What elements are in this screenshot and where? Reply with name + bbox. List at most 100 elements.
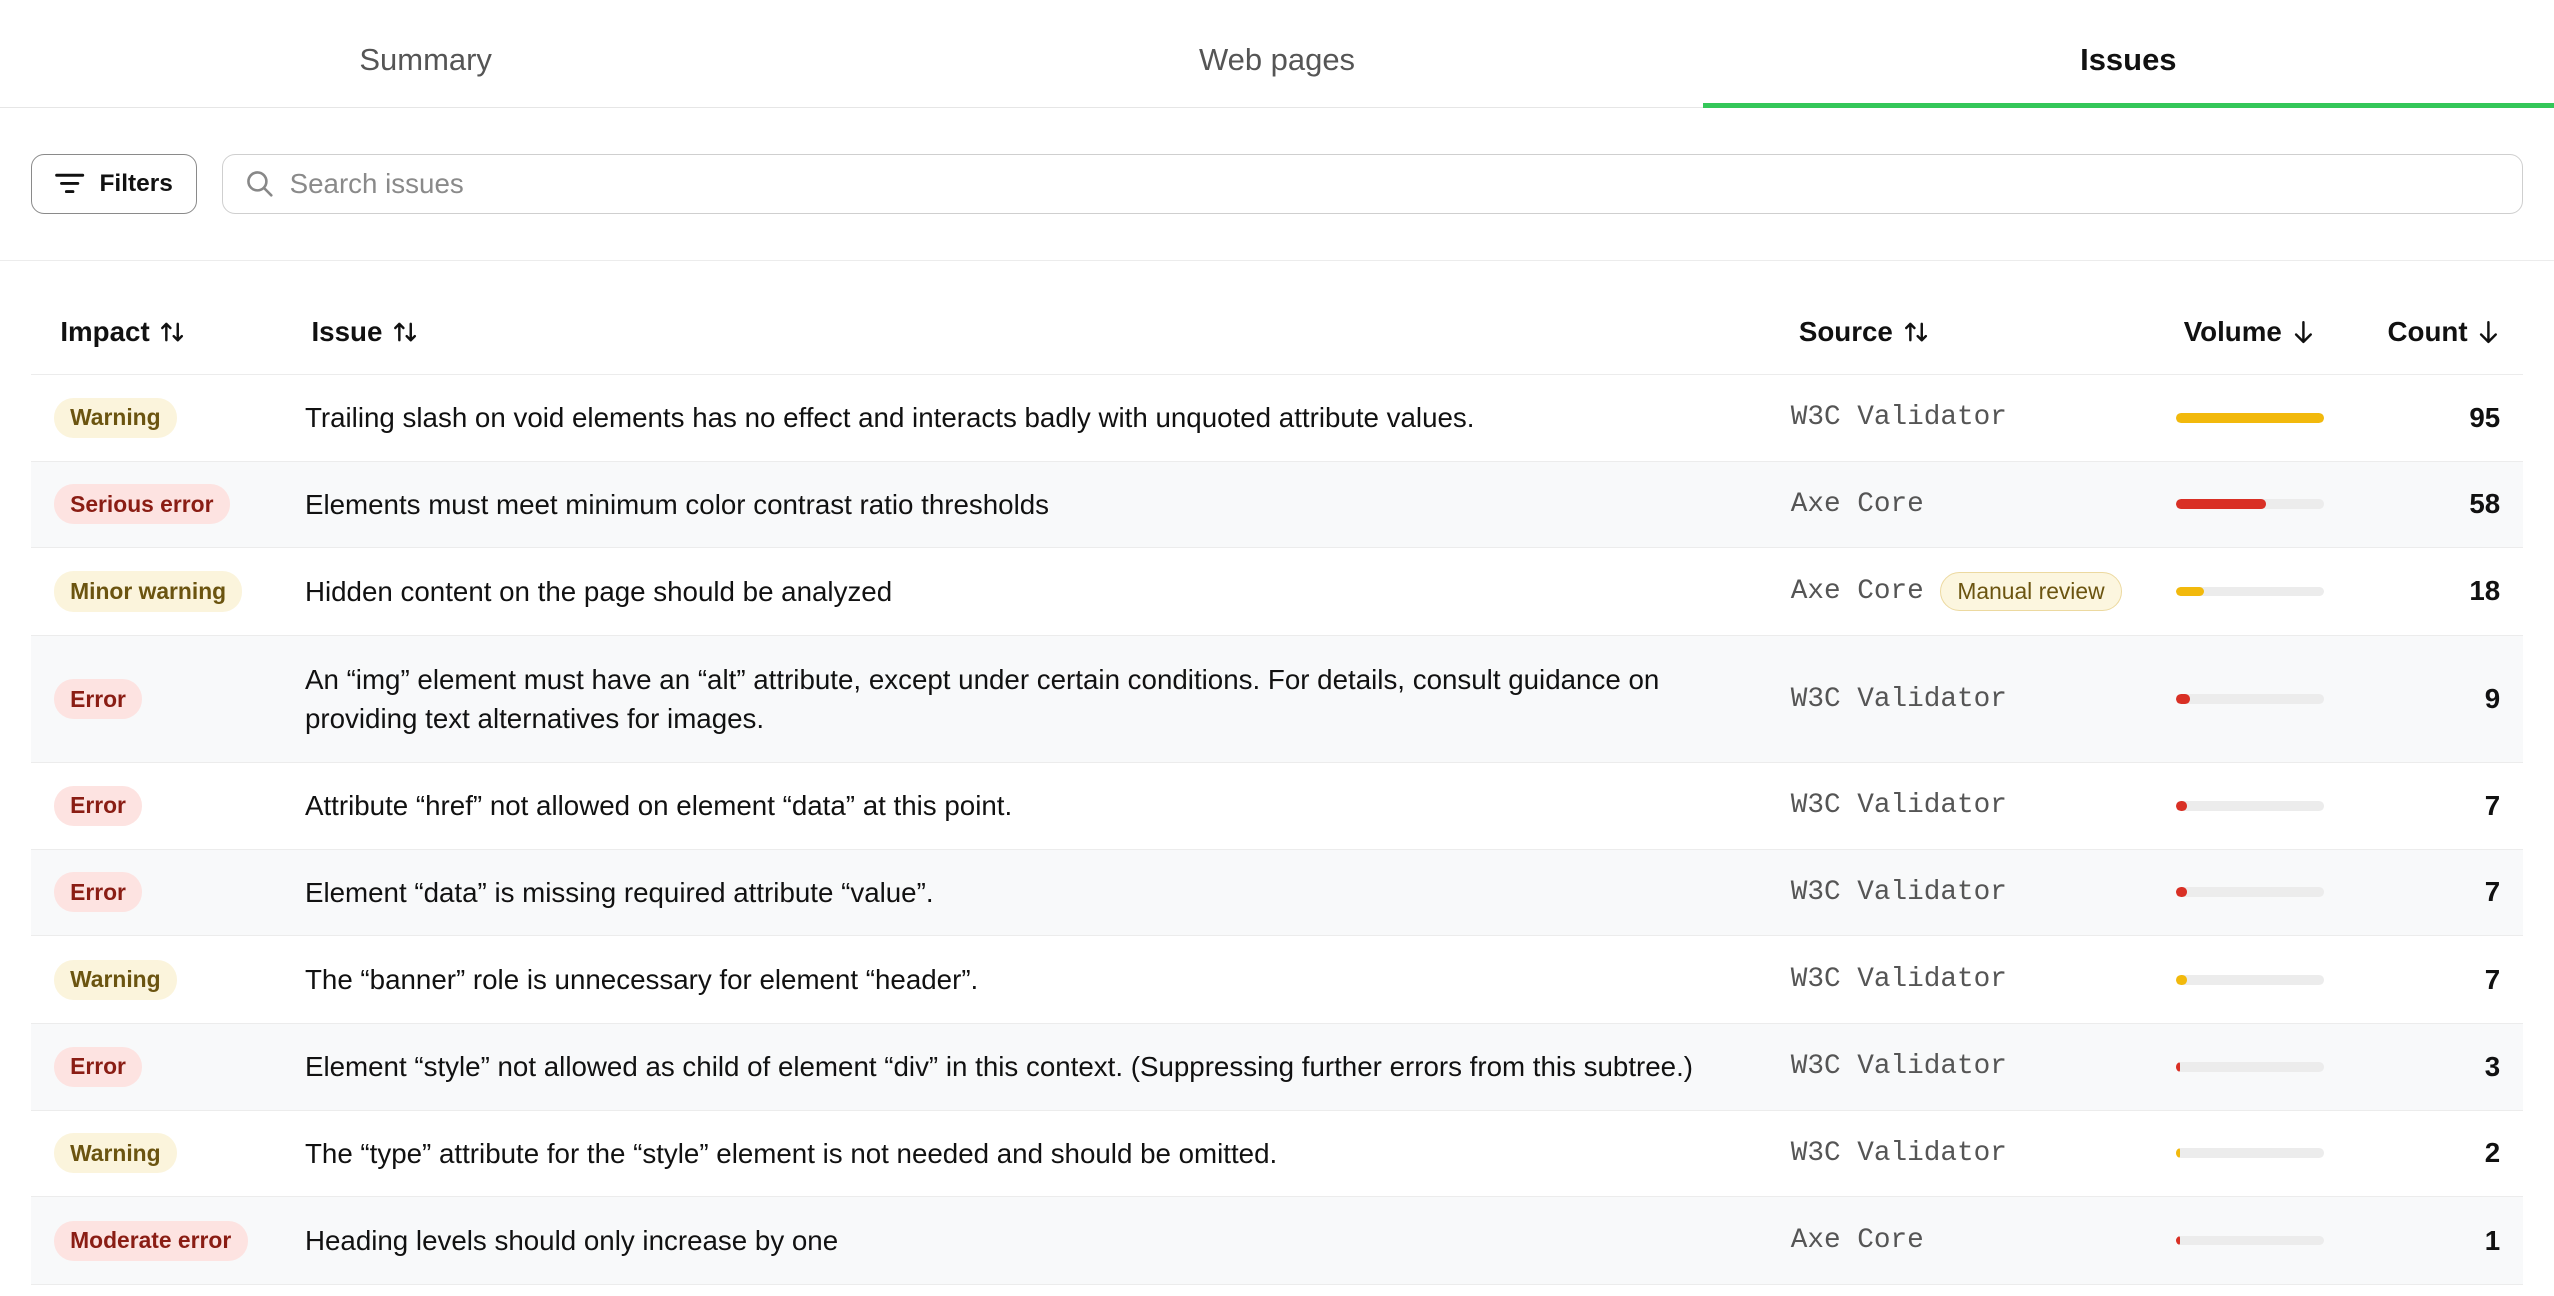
issue-text[interactable]: The “banner” role is unnecessary for ele… xyxy=(305,964,978,995)
source-name: Axe Core xyxy=(1790,488,1924,520)
source-name: W3C Validator xyxy=(1790,790,2007,822)
volume-bar-fill xyxy=(2175,586,2204,597)
source-name: Axe Core xyxy=(1790,575,1924,607)
volume-cell xyxy=(2175,974,2372,985)
volume-bar-fill xyxy=(2175,801,2187,811)
impact-cell: Error xyxy=(31,1046,305,1087)
search-icon xyxy=(246,170,274,198)
source-cell: W3C Validator xyxy=(1791,402,2176,433)
issue-count: 7 xyxy=(2484,963,2501,995)
table-row[interactable]: Minor warning Hidden content on the page … xyxy=(30,548,2523,637)
table-row[interactable]: Warning The “type” attribute for the “sty… xyxy=(30,1111,2523,1198)
source-name: Axe Core xyxy=(1790,1225,1924,1257)
issue-count: 2 xyxy=(2484,1137,2501,1169)
impact-badge: Warning xyxy=(53,959,177,1000)
manual-review-badge: Manual review xyxy=(1940,572,2122,611)
impact-cell: Error xyxy=(31,785,305,826)
table-row[interactable]: Error Attribute “href” not allowed on ele… xyxy=(30,763,2523,850)
count-cell: 58 xyxy=(2371,488,2523,520)
tab-summary[interactable]: Summary xyxy=(0,0,851,107)
source-cell: Axe Core xyxy=(1791,489,2176,520)
issue-text[interactable]: Attribute “href” not allowed on element … xyxy=(305,790,1012,821)
issue-text[interactable]: The “type” attribute for the “style” ele… xyxy=(305,1138,1277,1169)
table-row[interactable]: Moderate error Heading levels should only… xyxy=(30,1197,2523,1286)
volume-bar-fill xyxy=(2175,412,2324,423)
source-name: W3C Validator xyxy=(1790,402,2007,434)
impact-badge: Warning xyxy=(53,397,177,438)
source-name: W3C Validator xyxy=(1790,1137,2007,1169)
source-cell: W3C Validator xyxy=(1791,790,2176,821)
issue-text[interactable]: Element “data” is missing required attri… xyxy=(305,877,934,908)
volume-bar xyxy=(2175,801,2324,811)
impact-badge: Error xyxy=(53,785,143,826)
issues-table: Impact Issue Source Volume Count Warning… xyxy=(30,261,2523,1286)
issue-cell: Heading levels should only increase by o… xyxy=(305,1221,1791,1260)
impact-badge: Warning xyxy=(53,1133,177,1174)
issue-cell: Attribute “href” not allowed on element … xyxy=(305,786,1791,825)
volume-bar-fill xyxy=(2175,694,2190,704)
column-header-count[interactable]: Count xyxy=(2371,316,2523,348)
table-body: Warning Trailing slash on void elements h… xyxy=(30,375,2523,1286)
source-cell: W3C Validator xyxy=(1791,1138,2176,1169)
volume-bar xyxy=(2175,412,2324,423)
tab-web-pages[interactable]: Web pages xyxy=(851,0,1702,107)
issue-text[interactable]: Element “style” not allowed as child of … xyxy=(305,1051,1693,1082)
tab-label: Web pages xyxy=(1198,42,1356,78)
table-header: Impact Issue Source Volume Count xyxy=(30,261,2523,376)
volume-bar xyxy=(2175,887,2324,898)
source-cell: W3C Validator xyxy=(1791,964,2176,995)
source-name: W3C Validator xyxy=(1790,876,2007,908)
issue-text[interactable]: Heading levels should only increase by o… xyxy=(305,1225,838,1256)
volume-bar xyxy=(2175,1235,2324,1246)
column-header-label: Issue xyxy=(311,315,383,347)
count-cell: 1 xyxy=(2371,1225,2523,1257)
table-row[interactable]: Serious error Elements must meet minimum … xyxy=(30,461,2523,548)
volume-bar xyxy=(2175,586,2324,597)
issue-text[interactable]: Elements must meet minimum color contras… xyxy=(305,489,1049,520)
filters-button[interactable]: Filters xyxy=(30,153,198,214)
column-header-impact[interactable]: Impact xyxy=(31,316,305,348)
issue-count: 1 xyxy=(2484,1224,2501,1256)
volume-bar-fill xyxy=(2175,887,2187,898)
column-header-source[interactable]: Source xyxy=(1791,316,2176,348)
issue-text[interactable]: Trailing slash on void elements has no e… xyxy=(305,402,1475,433)
issue-text[interactable]: An “img” element must have an “alt” attr… xyxy=(305,664,1659,734)
volume-bar xyxy=(2175,694,2324,704)
table-row[interactable]: Error Element “style” not allowed as chil… xyxy=(30,1024,2523,1111)
source-cell: W3C Validator xyxy=(1791,684,2176,715)
tab-bar: Summary Web pages Issues xyxy=(0,0,2554,109)
volume-cell xyxy=(2175,1061,2372,1072)
arrow-down-icon xyxy=(2477,319,2500,345)
impact-cell: Warning xyxy=(31,397,305,438)
volume-bar-fill xyxy=(2175,1235,2181,1246)
volume-bar-fill xyxy=(2175,1061,2181,1072)
count-cell: 7 xyxy=(2371,964,2523,996)
issue-cell: Element “style” not allowed as child of … xyxy=(305,1047,1791,1086)
tab-issues[interactable]: Issues xyxy=(1702,0,2554,109)
issue-cell: Element “data” is missing required attri… xyxy=(305,873,1791,912)
source-name: W3C Validator xyxy=(1790,1051,2007,1083)
search-input[interactable] xyxy=(289,167,2500,200)
filters-label: Filters xyxy=(99,169,173,197)
issue-count: 3 xyxy=(2484,1050,2501,1082)
issue-count: 58 xyxy=(2469,488,2501,520)
volume-cell xyxy=(2175,586,2372,597)
volume-bar-fill xyxy=(2175,974,2187,985)
table-row[interactable]: Error An “img” element must have an “alt”… xyxy=(30,636,2523,764)
impact-cell: Serious error xyxy=(31,484,305,525)
volume-cell xyxy=(2175,887,2372,898)
issue-text[interactable]: Hidden content on the page should be ana… xyxy=(305,576,892,607)
table-row[interactable]: Error Element “data” is missing required … xyxy=(30,849,2523,937)
sort-both-icon xyxy=(392,319,418,345)
impact-badge: Error xyxy=(53,1046,143,1087)
table-row[interactable]: Warning The “banner” role is unnecessary … xyxy=(30,936,2523,1025)
source-cell: Axe Core Manual review xyxy=(1791,572,2176,611)
volume-cell xyxy=(2175,499,2372,510)
column-header-volume[interactable]: Volume xyxy=(2176,316,2372,348)
column-header-issue[interactable]: Issue xyxy=(305,316,1791,348)
volume-bar-fill xyxy=(2175,499,2267,510)
tab-label: Issues xyxy=(2080,42,2177,78)
table-row[interactable]: Warning Trailing slash on void elements h… xyxy=(30,375,2523,462)
count-cell: 95 xyxy=(2371,402,2523,434)
volume-bar-fill xyxy=(2175,1148,2181,1159)
